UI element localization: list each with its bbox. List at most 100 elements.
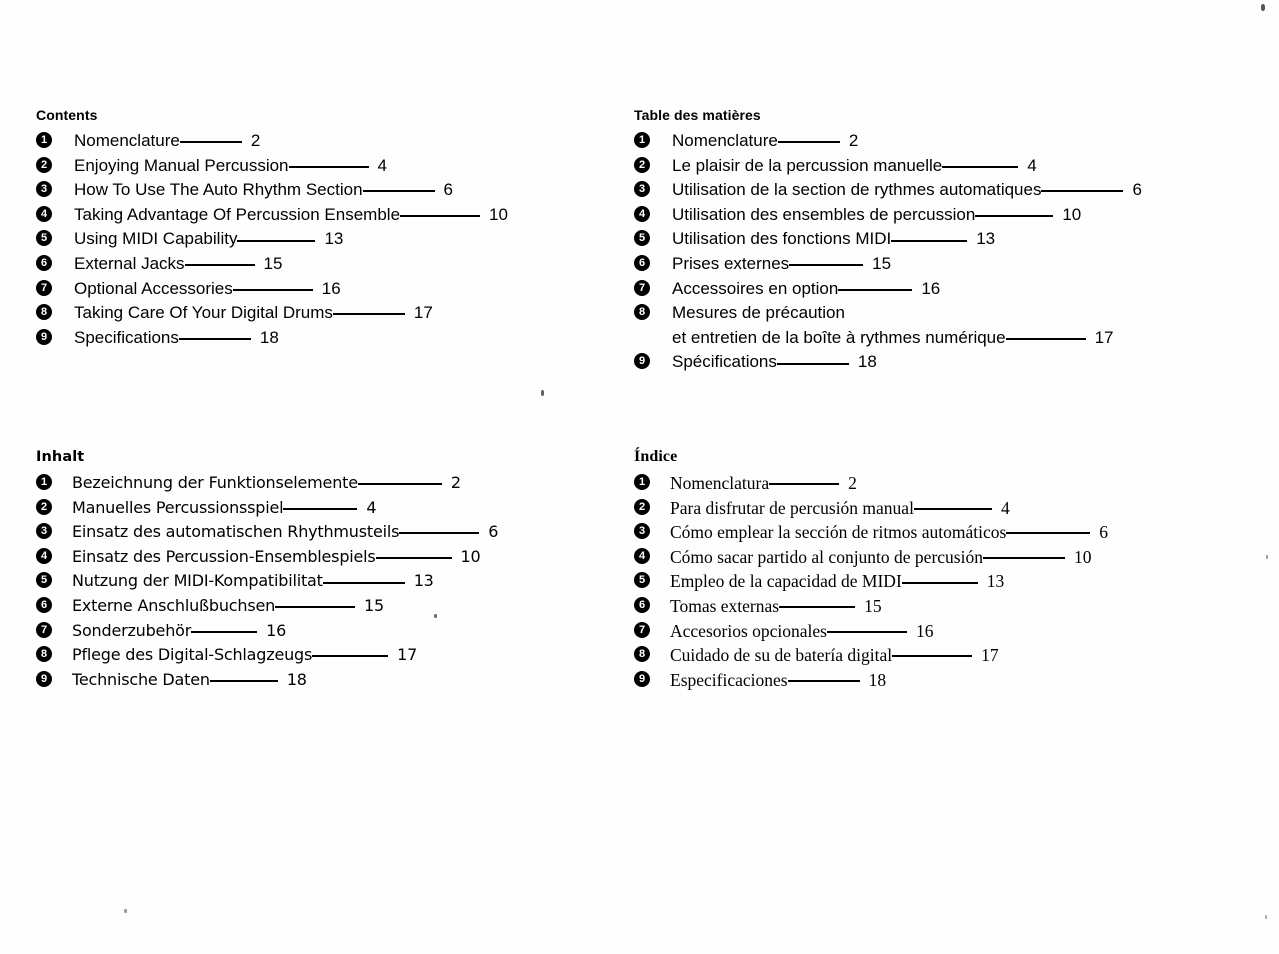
toc-item[interactable]: 6 Prises externes 15 bbox=[634, 252, 1254, 277]
toc-item-line: Le plaisir de la percussion manuelle 4 bbox=[672, 154, 1254, 179]
toc-item[interactable]: 8 Cuidado de su de batería digital 17 bbox=[634, 643, 1214, 668]
toc-item-line: Bezeichnung der Funktionselemente 2 bbox=[72, 471, 616, 496]
numbered-bullet-icon: 4 bbox=[634, 205, 650, 222]
toc-item[interactable]: 9 Specifications 18 bbox=[36, 326, 616, 351]
toc-item-title[interactable]: Nomenclatura bbox=[670, 471, 769, 496]
toc-item-line: Spécifications 18 bbox=[672, 350, 1254, 375]
toc-item[interactable]: 5 Nutzung der MIDI-Kompatibilitat 13 bbox=[36, 569, 616, 594]
toc-item[interactable]: 2 Para disfrutar de percusión manual 4 bbox=[634, 496, 1214, 521]
toc-page-number: 2 bbox=[450, 473, 461, 492]
toc-item-title[interactable]: Externe Anschlußbuchsen bbox=[72, 594, 275, 619]
toc-item-title[interactable]: Accessoires en option bbox=[672, 277, 838, 302]
toc-item[interactable]: 3 Cómo emplear la sección de ritmos autom… bbox=[634, 520, 1214, 545]
toc-item[interactable]: 1 Nomenclature 2 bbox=[634, 129, 1254, 154]
toc-item[interactable]: 8 Mesures de précaution et entretien de la… bbox=[634, 301, 1254, 350]
toc-item[interactable]: 1 Nomenclature 2 bbox=[36, 129, 616, 154]
toc-item-title[interactable]: Cuidado de su de batería digital bbox=[670, 643, 892, 668]
toc-item[interactable]: 7 Optional Accessories 16 bbox=[36, 277, 616, 302]
toc-item-title[interactable]: Using MIDI Capability bbox=[74, 227, 237, 252]
toc-item[interactable]: 3 How To Use The Auto Rhythm Section 6 bbox=[36, 178, 616, 203]
toc-item-title[interactable]: Utilisation des ensembles de percussion bbox=[672, 203, 975, 228]
toc-item-title[interactable]: Nomenclature bbox=[672, 129, 778, 154]
toc-item-title[interactable]: Enjoying Manual Percussion bbox=[74, 154, 289, 179]
toc-item-title[interactable]: Taking Care Of Your Digital Drums bbox=[74, 301, 333, 326]
toc-item-line: Accessoires en option 16 bbox=[672, 277, 1254, 302]
toc-item-title[interactable]: Utilisation des fonctions MIDI bbox=[672, 227, 891, 252]
toc-item-body: Cuidado de su de batería digital 17 bbox=[670, 643, 1214, 668]
toc-item[interactable]: 6 Externe Anschlußbuchsen 15 bbox=[36, 594, 616, 619]
toc-item-continuation-text[interactable]: et entretien de la boîte à rythmes numér… bbox=[672, 326, 1006, 351]
toc-item-title[interactable]: Para disfrutar de percusión manual bbox=[670, 496, 914, 521]
toc-item-title[interactable]: Manuelles Percussionsspiel bbox=[72, 496, 284, 521]
toc-item[interactable]: 2 Manuelles Percussionsspiel 4 bbox=[36, 496, 616, 521]
toc-item-body: Specifications 18 bbox=[74, 326, 616, 351]
toc-item[interactable]: 7 Accessoires en option 16 bbox=[634, 277, 1254, 302]
toc-item-title[interactable]: Bezeichnung der Funktionselemente bbox=[72, 471, 358, 496]
toc-item-title[interactable]: Sonderzubehör bbox=[72, 619, 191, 644]
toc-item-line: Utilisation de la section de rythmes aut… bbox=[672, 178, 1254, 203]
toc-item[interactable]: 4 Utilisation des ensembles de percussion… bbox=[634, 203, 1254, 228]
toc-item-title[interactable]: Nomenclature bbox=[74, 129, 180, 154]
numbered-bullet-icon: 3 bbox=[634, 523, 650, 540]
toc-page-number: 17 bbox=[1094, 327, 1114, 347]
toc-page-number: 13 bbox=[324, 229, 344, 249]
toc-item-title[interactable]: Cómo sacar partido al conjunto de percus… bbox=[670, 545, 983, 570]
toc-item[interactable]: 8 Pflege des Digital-Schlagzeugs 17 bbox=[36, 643, 616, 668]
toc-item[interactable]: 6 Tomas externas 15 bbox=[634, 594, 1214, 619]
toc-item[interactable]: 5 Empleo de la capacidad de MIDI 13 bbox=[634, 569, 1214, 594]
toc-item-line: Technische Daten 18 bbox=[72, 668, 616, 693]
toc-item[interactable]: 4 Einsatz des Percussion-Ensemblespiels 10 bbox=[36, 545, 616, 570]
toc-item[interactable]: 1 Nomenclatura 2 bbox=[634, 471, 1214, 496]
toc-item-body: Cómo emplear la sección de ritmos automá… bbox=[670, 520, 1214, 545]
toc-item-title[interactable]: Prises externes bbox=[672, 252, 789, 277]
toc-heading-spanish: Índice bbox=[634, 448, 678, 465]
toc-leader-line bbox=[776, 362, 849, 365]
toc-item-title[interactable]: Utilisation de la section de rythmes aut… bbox=[672, 178, 1041, 203]
toc-item-title[interactable]: Mesures de précaution bbox=[672, 301, 845, 326]
toc-item[interactable]: 2 Le plaisir de la percussion manuelle 4 bbox=[634, 154, 1254, 179]
toc-item-title[interactable]: Empleo de la capacidad de MIDI bbox=[670, 569, 902, 594]
toc-item[interactable]: 4 Cómo sacar partido al conjunto de percu… bbox=[634, 545, 1214, 570]
toc-item[interactable]: 1 Bezeichnung der Funktionselemente 2 bbox=[36, 471, 616, 496]
toc-item-title[interactable]: External Jacks bbox=[74, 252, 185, 277]
numbered-bullet-icon: 3 bbox=[36, 523, 52, 540]
toc-item[interactable]: 8 Taking Care Of Your Digital Drums 17 bbox=[36, 301, 616, 326]
numbered-bullet-icon: 4 bbox=[36, 547, 52, 564]
toc-item[interactable]: 9 Especificaciones 18 bbox=[634, 668, 1214, 693]
toc-item[interactable]: 3 Einsatz des automatischen Rhythmusteils… bbox=[36, 520, 616, 545]
toc-item-title[interactable]: Especificaciones bbox=[670, 668, 788, 693]
toc-leader-line bbox=[787, 680, 860, 683]
toc-item-title[interactable]: Taking Advantage Of Percussion Ensemble bbox=[74, 203, 400, 228]
toc-item[interactable]: 4 Taking Advantage Of Percussion Ensemble… bbox=[36, 203, 616, 228]
toc-item[interactable]: 9 Spécifications 18 bbox=[634, 350, 1254, 375]
toc-item-title[interactable]: Cómo emplear la sección de ritmos automá… bbox=[670, 520, 1006, 545]
toc-item-title[interactable]: Optional Accessories bbox=[74, 277, 233, 302]
toc-item-title[interactable]: Pflege des Digital-Schlagzeugs bbox=[72, 643, 312, 668]
toc-item-body: Nomenclature 2 bbox=[74, 129, 616, 154]
toc-item[interactable]: 5 Utilisation des fonctions MIDI 13 bbox=[634, 227, 1254, 252]
toc-item[interactable]: 3 Utilisation de la section de rythmes au… bbox=[634, 178, 1254, 203]
toc-item-title[interactable]: Le plaisir de la percussion manuelle bbox=[672, 154, 942, 179]
toc-item-title[interactable]: Nutzung der MIDI-Kompatibilitat bbox=[72, 569, 323, 594]
toc-item-line: Mesures de précaution bbox=[672, 301, 1254, 326]
toc-item[interactable]: 2 Enjoying Manual Percussion 4 bbox=[36, 154, 616, 179]
numbered-bullet-icon: 5 bbox=[634, 572, 650, 589]
toc-item[interactable]: 7 Accesorios opcionales 16 bbox=[634, 619, 1214, 644]
toc-item-title[interactable]: Einsatz des Percussion-Ensemblespiels bbox=[72, 545, 376, 570]
toc-item-line: How To Use The Auto Rhythm Section 6 bbox=[74, 178, 616, 203]
toc-item-title[interactable]: Specifications bbox=[74, 326, 179, 351]
toc-item[interactable]: 7 Sonderzubehör 16 bbox=[36, 619, 616, 644]
toc-item-title[interactable]: Einsatz des automatischen Rhythmusteils bbox=[72, 520, 399, 545]
toc-item[interactable]: 9 Technische Daten 18 bbox=[36, 668, 616, 693]
toc-item[interactable]: 5 Using MIDI Capability 13 bbox=[36, 227, 616, 252]
toc-item-title[interactable]: Accesorios opcionales bbox=[670, 619, 827, 644]
toc-item-title[interactable]: How To Use The Auto Rhythm Section bbox=[74, 178, 363, 203]
toc-item-body: Technische Daten 18 bbox=[72, 668, 616, 693]
toc-item[interactable]: 6 External Jacks 15 bbox=[36, 252, 616, 277]
toc-leader-line bbox=[777, 141, 840, 144]
toc-item-title[interactable]: Tomas externas bbox=[670, 594, 779, 619]
toc-item-title[interactable]: Technische Daten bbox=[72, 668, 210, 693]
numbered-bullet-icon: 4 bbox=[634, 547, 650, 564]
toc-item-title[interactable]: Spécifications bbox=[672, 350, 777, 375]
toc-page-number: 15 bbox=[364, 595, 385, 615]
